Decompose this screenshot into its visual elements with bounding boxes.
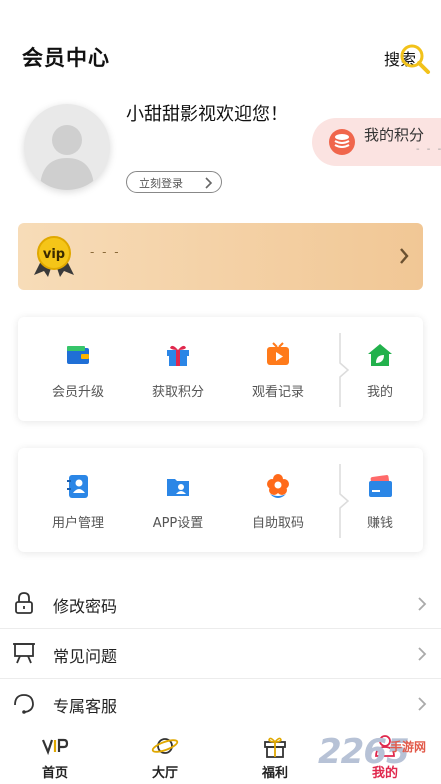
grid-label: 赚钱 xyxy=(366,516,393,531)
chevron-right-icon xyxy=(418,697,427,711)
nav-home[interactable]: 首页 xyxy=(20,728,90,784)
home-leaf-icon xyxy=(368,344,392,366)
vip-badge-icon: vip xyxy=(34,236,74,277)
gift-box-icon xyxy=(264,737,286,758)
watermark: 2265 手游网 xyxy=(318,732,441,782)
row-label: 修改密码 xyxy=(53,597,118,616)
chevron-right-icon xyxy=(400,248,409,264)
page-title: 会员中心 xyxy=(22,46,110,70)
planet-icon xyxy=(151,738,179,754)
faq-row[interactable]: 常见问题 xyxy=(0,629,441,679)
contact-book-icon xyxy=(67,475,88,498)
grid-label: APP设置 xyxy=(152,516,204,531)
grid-label: 获取积分 xyxy=(151,385,204,400)
mine-item[interactable]: 我的 xyxy=(330,317,430,421)
self-service-code-item[interactable]: 自助取码 xyxy=(228,448,328,552)
change-password-row[interactable]: 修改密码 xyxy=(0,579,441,629)
app-settings-item[interactable]: APP设置 xyxy=(128,448,228,552)
vip-card[interactable]: vip - - - xyxy=(18,223,423,290)
nav-label: 首页 xyxy=(41,766,68,781)
chevron-right-icon xyxy=(205,177,213,189)
row-label: 常见问题 xyxy=(53,647,118,666)
coins-icon xyxy=(329,129,355,155)
customer-service-row[interactable]: 专属客服 xyxy=(0,679,441,729)
earn-money-item[interactable]: 赚钱 xyxy=(330,448,430,552)
grid-label: 我的 xyxy=(366,385,393,400)
headset-icon xyxy=(14,694,34,714)
flower-icon xyxy=(267,474,289,498)
watermark-text: 手游网 xyxy=(390,740,427,754)
search-icon xyxy=(400,44,430,74)
card-icon xyxy=(369,475,392,497)
vip-value: - - - xyxy=(90,245,121,259)
row-label: 专属客服 xyxy=(53,697,118,716)
nav-label: 大厅 xyxy=(151,766,178,781)
avatar[interactable] xyxy=(24,104,110,190)
grid-label: 观看记录 xyxy=(251,385,304,400)
member-upgrade-item[interactable]: 会员升级 xyxy=(28,317,128,421)
lock-icon xyxy=(15,592,33,614)
gift-icon xyxy=(167,345,189,366)
vip-badge-text: vip xyxy=(43,247,65,262)
chevron-right-icon xyxy=(418,647,427,661)
login-label: 立刻登录 xyxy=(139,177,183,190)
chevron-right-icon xyxy=(418,597,427,611)
grid-label: 会员升级 xyxy=(51,385,104,400)
watch-history-item[interactable]: 观看记录 xyxy=(228,317,328,421)
points-label: 我的积分 xyxy=(364,126,425,144)
nav-hall[interactable]: 大厅 xyxy=(130,728,200,784)
search-button[interactable]: 搜索 xyxy=(384,44,432,74)
my-points-button[interactable]: 我的积分 - - - xyxy=(312,118,441,166)
points-value: - - - xyxy=(416,144,441,155)
easel-icon xyxy=(13,643,35,664)
user-folder-icon xyxy=(167,479,189,496)
feature-grid-1: 会员升级 获取积分 观看记录 我的 xyxy=(18,317,423,421)
default-avatar-icon xyxy=(40,125,94,190)
nav-welfare[interactable]: 福利 xyxy=(240,728,310,784)
grid-label: 用户管理 xyxy=(51,516,104,531)
grid-label: 自助取码 xyxy=(251,516,304,531)
get-points-item[interactable]: 获取积分 xyxy=(128,317,228,421)
feature-grid-2: 用户管理 APP设置 自助取码 赚钱 xyxy=(18,448,423,552)
user-management-item[interactable]: 用户管理 xyxy=(28,448,128,552)
vip-logo-icon xyxy=(41,738,69,756)
nav-label: 福利 xyxy=(261,766,288,781)
welcome-text: 小甜甜影视欢迎您！ xyxy=(126,104,288,125)
tv-play-icon xyxy=(267,342,289,365)
login-button[interactable]: 立刻登录 xyxy=(126,171,222,193)
wallet-icon xyxy=(67,346,89,364)
